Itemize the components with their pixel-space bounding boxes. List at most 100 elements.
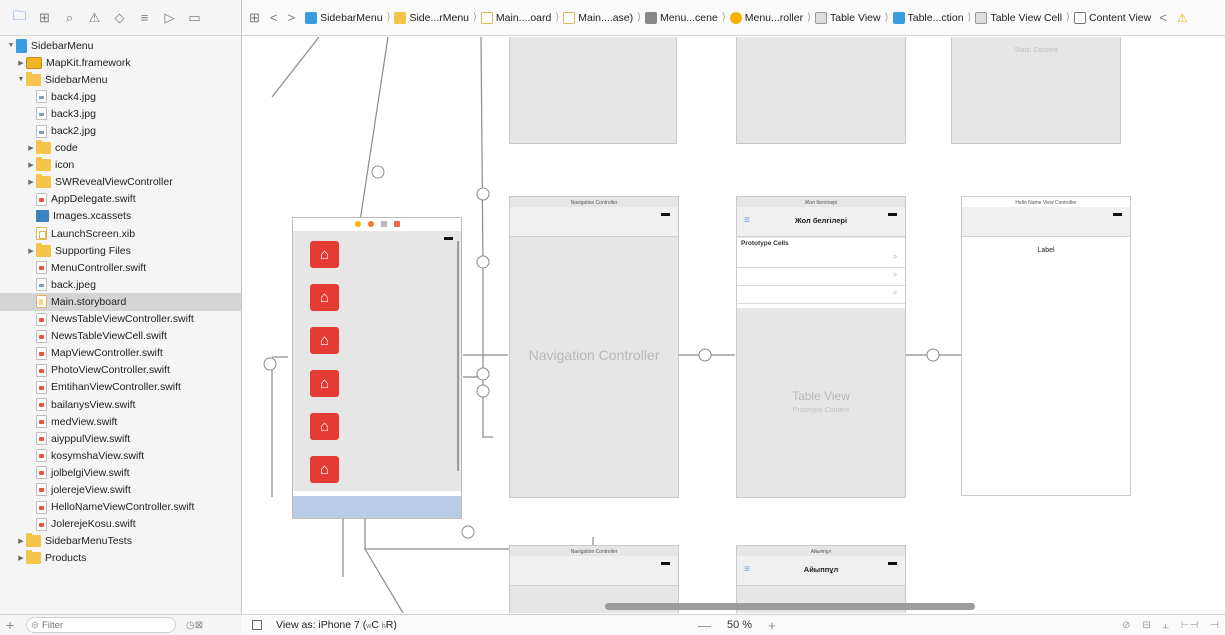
tree-item[interactable]: JolerejeKosu.swift bbox=[0, 516, 241, 533]
tree-item[interactable]: NewsTableViewCell.swift bbox=[0, 328, 241, 345]
disclosure-closed-icon[interactable]: ▶ bbox=[26, 247, 36, 255]
crumb-group[interactable]: Side...rMenu bbox=[394, 11, 469, 24]
disclosure-closed-icon[interactable]: ▶ bbox=[16, 554, 26, 562]
back-chevron-icon[interactable]: < bbox=[270, 10, 278, 25]
prototype-cell[interactable]: > bbox=[737, 250, 905, 268]
zoom-out-button[interactable]: — bbox=[698, 618, 711, 633]
tree-item[interactable]: ▶ MapKit.framework bbox=[0, 54, 241, 71]
embed-in-stack-icon[interactable]: ⊟ bbox=[1142, 620, 1150, 631]
tree-item[interactable]: ▼ SidebarMenu bbox=[0, 37, 241, 54]
disclosure-closed-icon[interactable]: ▶ bbox=[16, 59, 26, 67]
recent-files-icon[interactable]: ◷⊠ bbox=[186, 620, 203, 631]
add-file-button[interactable]: + bbox=[6, 617, 22, 633]
test-navigator-icon[interactable]: ◇ bbox=[108, 7, 131, 29]
crumb-project[interactable]: SidebarMenu bbox=[305, 11, 383, 24]
view-as-device-button[interactable]: View as: iPhone 7 (wC hR) bbox=[276, 619, 397, 631]
disclosure-open-icon[interactable]: ▼ bbox=[6, 42, 16, 49]
tree-item[interactable]: ▶ icon bbox=[0, 157, 241, 174]
menu-button-2[interactable]: ⌂ bbox=[310, 284, 339, 311]
tree-item[interactable]: back.jpeg bbox=[0, 276, 241, 293]
crumb-controller[interactable]: Menu...roller bbox=[729, 11, 803, 24]
tree-item[interactable]: ▶ SWRevealViewController bbox=[0, 174, 241, 191]
report-navigator-icon[interactable]: ▭ bbox=[183, 7, 206, 29]
pin-icon[interactable]: ⊢⊣ bbox=[1181, 620, 1198, 631]
disclosure-closed-icon[interactable]: ▶ bbox=[26, 161, 36, 169]
tree-item[interactable]: back3.jpg bbox=[0, 105, 241, 122]
crumb-table-view-cell[interactable]: Table View Cell bbox=[975, 11, 1062, 24]
crumb-storyboard-base[interactable]: Main....ase) bbox=[563, 11, 633, 24]
menu-scene[interactable]: ⌂ ⌂ ⌂ ⌂ ⌂ ⌂ bbox=[292, 217, 462, 519]
tree-item[interactable]: jolerejeView.swift bbox=[0, 481, 241, 498]
filter-input[interactable] bbox=[41, 619, 162, 631]
breakpoint-navigator-icon[interactable]: ▷ bbox=[158, 7, 181, 29]
find-navigator-icon[interactable]: ⌕ bbox=[58, 7, 81, 29]
top-scene-2[interactable] bbox=[736, 37, 906, 144]
tree-item[interactable]: ▶ SidebarMenuTests bbox=[0, 533, 241, 550]
prototype-cell[interactable]: > bbox=[737, 268, 905, 286]
image-file-icon bbox=[36, 107, 47, 121]
tree-item[interactable]: PhotoViewController.swift bbox=[0, 362, 241, 379]
tree-item[interactable]: jolbelgiView.swift bbox=[0, 464, 241, 481]
menu-button-5[interactable]: ⌂ bbox=[310, 413, 339, 440]
crumb-storyboard[interactable]: Main....oard bbox=[480, 11, 551, 24]
storyboard-entry-icon[interactable] bbox=[393, 221, 400, 227]
tree-item[interactable]: ▶ Products bbox=[0, 550, 241, 567]
related-items-icon[interactable]: ⊞ bbox=[249, 10, 260, 26]
menu-button-4[interactable]: ⌂ bbox=[310, 370, 339, 397]
menu-button-3[interactable]: ⌂ bbox=[310, 327, 339, 354]
crumb-table-section[interactable]: Table...ction bbox=[892, 11, 964, 24]
crumb-content-view[interactable]: Content View bbox=[1073, 11, 1151, 24]
tree-item[interactable]: Images.xcassets bbox=[0, 208, 241, 225]
hello-name-scene[interactable]: Hello Name View Controller Label bbox=[961, 196, 1131, 496]
project-navigator-icon[interactable]: 🗀 bbox=[8, 7, 31, 29]
tree-item[interactable]: MenuController.swift bbox=[0, 259, 241, 276]
controller-icon[interactable] bbox=[354, 221, 361, 227]
prev-issue-chevron-icon[interactable]: < bbox=[1159, 10, 1167, 25]
tree-item[interactable]: ▶ code bbox=[0, 140, 241, 157]
resolve-issues-icon[interactable]: ⊣ bbox=[1210, 620, 1219, 631]
warning-icon[interactable]: ⚠ bbox=[1177, 11, 1188, 25]
debug-navigator-icon[interactable]: ≡ bbox=[133, 7, 156, 29]
disclosure-closed-icon[interactable]: ▶ bbox=[26, 144, 36, 152]
top-scene-static[interactable]: Static Content bbox=[951, 37, 1121, 144]
issue-navigator-icon[interactable]: ⚠ bbox=[83, 7, 106, 29]
prototype-cell[interactable]: > bbox=[737, 286, 905, 304]
tree-item[interactable]: back4.jpg bbox=[0, 88, 241, 105]
disclosure-closed-icon[interactable]: ▶ bbox=[26, 178, 36, 186]
horizontal-scrollbar[interactable] bbox=[605, 603, 975, 610]
tree-item[interactable]: AppDelegate.swift bbox=[0, 191, 241, 208]
update-frames-icon[interactable]: ⊘ bbox=[1122, 620, 1130, 631]
menu-button-1[interactable]: ⌂ bbox=[310, 241, 339, 268]
tree-item[interactable]: medView.swift bbox=[0, 413, 241, 430]
hello-label[interactable]: Label bbox=[962, 247, 1130, 254]
tree-item[interactable]: Main.storyboard bbox=[0, 293, 241, 311]
crumb-table-view[interactable]: Table View bbox=[815, 11, 881, 24]
tree-item[interactable]: NewsTableViewController.swift bbox=[0, 311, 241, 328]
exit-icon[interactable] bbox=[380, 221, 387, 227]
crumb-scene[interactable]: Menu...cene bbox=[645, 11, 718, 24]
tree-item[interactable]: back2.jpg bbox=[0, 122, 241, 139]
document-outline-toggle-icon[interactable] bbox=[252, 620, 262, 630]
filter-field[interactable]: ⊜ bbox=[26, 617, 176, 633]
tree-item[interactable]: ▶ Supporting Files bbox=[0, 242, 241, 259]
menu-button-6[interactable]: ⌂ bbox=[310, 456, 339, 483]
forward-chevron-icon[interactable]: > bbox=[288, 10, 296, 25]
navigation-controller-scene[interactable]: Navigation Controller Navigation Control… bbox=[509, 196, 679, 498]
tree-item[interactable]: EmtihanViewController.swift bbox=[0, 379, 241, 396]
first-responder-icon[interactable] bbox=[367, 221, 374, 227]
symbol-navigator-icon[interactable]: ⊞ bbox=[33, 7, 56, 29]
storyboard-canvas[interactable]: Static Content ⌂ ⌂ ⌂ ⌂ ⌂ ⌂ Navigation Co… bbox=[243, 37, 1225, 613]
align-icon[interactable]: ⫠ bbox=[1163, 620, 1169, 631]
disclosure-closed-icon[interactable]: ▶ bbox=[16, 537, 26, 545]
top-scene-1[interactable] bbox=[509, 37, 677, 144]
table-view-scene[interactable]: Жол белгілері ≡ Жол белгілері Prototype … bbox=[736, 196, 906, 498]
zoom-in-button[interactable]: + bbox=[768, 618, 776, 633]
tree-item[interactable]: HelloNameViewController.swift bbox=[0, 499, 241, 516]
tree-item[interactable]: kosymshaView.swift bbox=[0, 447, 241, 464]
tree-item[interactable]: ▼ SidebarMenu bbox=[0, 71, 241, 88]
tree-item[interactable]: bailanysView.swift bbox=[0, 396, 241, 413]
tree-item[interactable]: LaunchScreen.xib bbox=[0, 225, 241, 242]
disclosure-open-icon[interactable]: ▼ bbox=[16, 76, 26, 83]
tree-item[interactable]: aiyppulView.swift bbox=[0, 430, 241, 447]
tree-item[interactable]: MapViewController.swift bbox=[0, 345, 241, 362]
